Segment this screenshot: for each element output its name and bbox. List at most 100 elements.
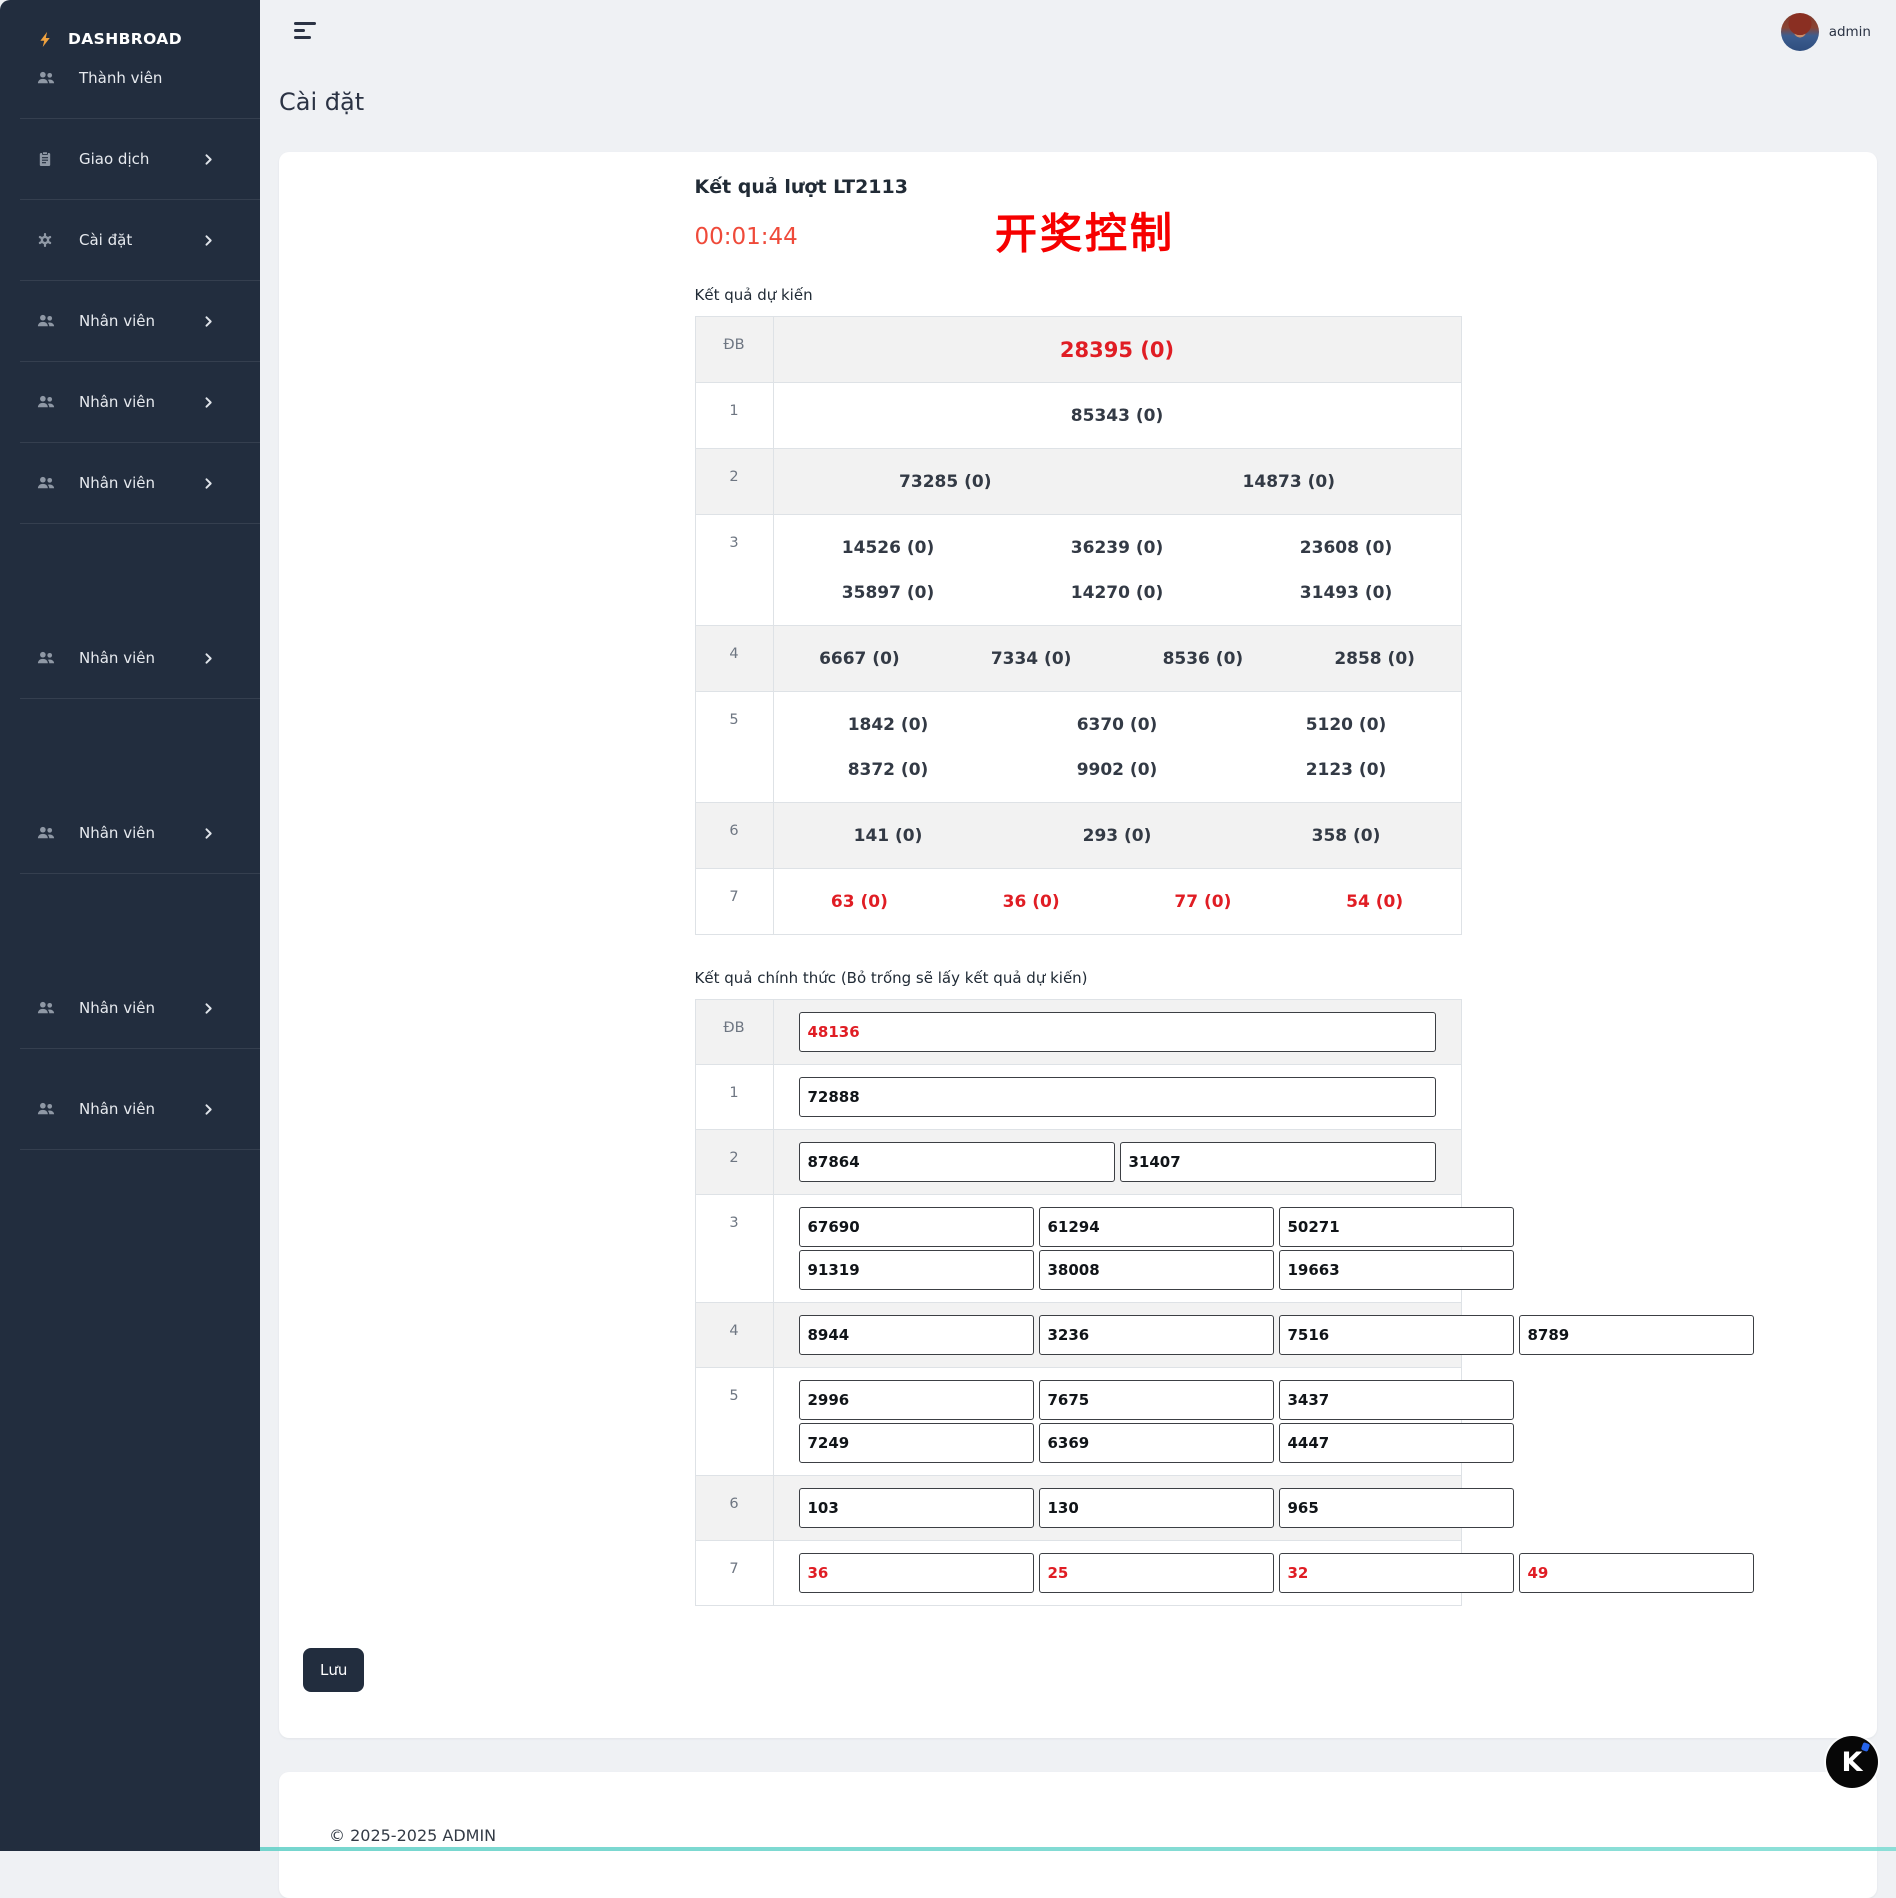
sidebar-item-nhân-viên-4[interactable]: Nhân viên [0, 380, 260, 424]
sidebar-item-nhân-viên-7[interactable]: Nhân viên [0, 811, 260, 855]
official-result-input-3[interactable] [1038, 1250, 1274, 1290]
expected-result-value: 77 (0) [1174, 891, 1232, 912]
expected-result-value: 8372 (0) [847, 759, 929, 780]
brand: DASHBROAD [0, 0, 260, 56]
users-icon [37, 824, 55, 842]
divider [20, 873, 260, 874]
official-result-input-6[interactable] [798, 1488, 1034, 1528]
official-result-input-5[interactable] [798, 1423, 1034, 1463]
chevron-right-icon [202, 153, 215, 166]
row-label: ĐB [696, 317, 774, 382]
chevron-right-icon [202, 652, 215, 665]
official-result-input-7[interactable] [1038, 1553, 1274, 1593]
official-result-input-5[interactable] [1038, 1380, 1274, 1420]
bottom-accent-bar [260, 1847, 1896, 1851]
page-title: Cài đặt [279, 88, 365, 116]
official-result-input-ĐB[interactable] [798, 1012, 1436, 1052]
k-logo-badge[interactable]: K [1826, 1736, 1878, 1788]
official-result-input-4[interactable] [1518, 1315, 1754, 1355]
expected-result-value: 14873 (0) [1242, 471, 1335, 492]
table-row-4: 4 [695, 1302, 1754, 1367]
expected-result-value: 2858 (0) [1334, 648, 1415, 669]
expected-results-label: Kết quả dự kiến [694, 286, 813, 304]
sidebar-item-nhân-viên-6[interactable]: Nhân viên [0, 636, 260, 680]
official-result-input-5[interactable] [1278, 1380, 1514, 1420]
brand-label: DASHBROAD [68, 30, 182, 48]
expected-result-value: 5120 (0) [1305, 714, 1387, 735]
table-row-5: 5 1842 (0) 6370 (0) 5120 (0) 8372 (0) 9902 (0… [695, 691, 1461, 802]
row-label: 4 [696, 626, 774, 691]
divider [20, 1048, 260, 1049]
row-label: 2 [696, 449, 774, 514]
expected-result-value: 9902 (0) [1076, 759, 1158, 780]
expected-result-value: 6667 (0) [819, 648, 900, 669]
expected-result-value: 28395 (0) [1059, 337, 1175, 362]
table-row-7: 7 63 (0) 36 (0) 77 (0) 54 (0) [695, 868, 1461, 934]
official-result-input-6[interactable] [1278, 1488, 1514, 1528]
users-icon [37, 474, 55, 492]
table-row-1: 1 [695, 1064, 1461, 1129]
divider [20, 1149, 260, 1150]
row-label: 1 [696, 383, 774, 448]
users-icon [37, 69, 55, 87]
expected-result-value: 7334 (0) [990, 648, 1072, 669]
official-result-input-3[interactable] [1278, 1250, 1514, 1290]
official-result-input-3[interactable] [798, 1207, 1034, 1247]
chevron-right-icon [202, 827, 215, 840]
menu-toggle-icon[interactable] [290, 18, 320, 47]
table-row-4: 4 6667 (0) 7334 (0) 8536 (0) 2858 (0) [695, 625, 1461, 691]
official-result-input-2[interactable] [1119, 1142, 1436, 1182]
official-result-input-6[interactable] [1038, 1488, 1274, 1528]
expected-result-value: 36239 (0) [1070, 537, 1164, 558]
user-menu[interactable]: admin [1780, 13, 1871, 51]
official-result-input-7[interactable] [1278, 1553, 1514, 1593]
sidebar-item-thành-viên-0[interactable]: Thành viên [0, 56, 260, 100]
row-label: 7 [696, 1541, 774, 1605]
row-label: 3 [696, 515, 774, 625]
sidebar-item-nhân-viên-9[interactable]: Nhân viên [0, 1087, 260, 1131]
save-button[interactable]: Lưu [303, 1648, 365, 1692]
expected-result-value: 1842 (0) [847, 714, 929, 735]
sidebar-nav: Thành viên Giao dịch Cài đặt Nhân viên N… [0, 56, 260, 1150]
sidebar-item-cài-đặt-2[interactable]: Cài đặt [0, 218, 260, 262]
official-result-input-4[interactable] [798, 1315, 1034, 1355]
sidebar-item-nhân-viên-5[interactable]: Nhân viên [0, 461, 260, 505]
official-result-input-7[interactable] [1518, 1553, 1754, 1593]
sidebar-item-giao-dịch-1[interactable]: Giao dịch [0, 137, 260, 181]
table-row-2: 2 73285 (0) 14873 (0) [695, 448, 1461, 514]
gear-icon [37, 232, 55, 248]
sidebar-item-nhân-viên-8[interactable]: Nhân viên [0, 986, 260, 1030]
users-icon [37, 393, 55, 411]
chevron-right-icon [202, 234, 215, 247]
official-results-table: ĐB1234567 [694, 999, 1754, 1606]
official-result-input-1[interactable] [798, 1077, 1436, 1117]
table-row-ĐB: ĐB [695, 1000, 1461, 1064]
official-result-input-7[interactable] [798, 1553, 1034, 1593]
sidebar-item-nhân-viên-3[interactable]: Nhân viên [0, 299, 260, 343]
expected-result-value: 2123 (0) [1305, 759, 1387, 780]
official-result-input-5[interactable] [1038, 1423, 1274, 1463]
clipboard-icon [37, 151, 55, 167]
official-result-input-4[interactable] [1038, 1315, 1274, 1355]
divider [20, 199, 260, 200]
row-label: 5 [696, 692, 774, 802]
users-icon [37, 1100, 55, 1118]
table-row-1: 1 85343 (0) [695, 382, 1461, 448]
expected-result-value: 85343 (0) [1070, 405, 1164, 426]
official-result-input-3[interactable] [1278, 1207, 1514, 1247]
table-row-3: 3 14526 (0) 36239 (0) 23608 (0) 35897 (0) 142… [695, 514, 1461, 625]
official-result-input-5[interactable] [1278, 1423, 1514, 1463]
official-result-input-3[interactable] [1038, 1207, 1274, 1247]
official-result-input-3[interactable] [798, 1250, 1034, 1290]
official-result-input-2[interactable] [798, 1142, 1115, 1182]
table-row-2: 2 [695, 1129, 1461, 1194]
official-result-input-4[interactable] [1278, 1315, 1514, 1355]
divider [20, 698, 260, 699]
expected-result-value: 141 (0) [853, 825, 923, 846]
expected-results-table: ĐB 28395 (0) 1 85343 (0) 2 73285 (0) 14873 (0)… [694, 316, 1462, 935]
lightning-bolt-icon [37, 31, 55, 48]
username-label: admin [1828, 24, 1871, 40]
chevron-right-icon [202, 1103, 215, 1116]
topbar: admin [279, 0, 1877, 64]
official-result-input-5[interactable] [798, 1380, 1034, 1420]
